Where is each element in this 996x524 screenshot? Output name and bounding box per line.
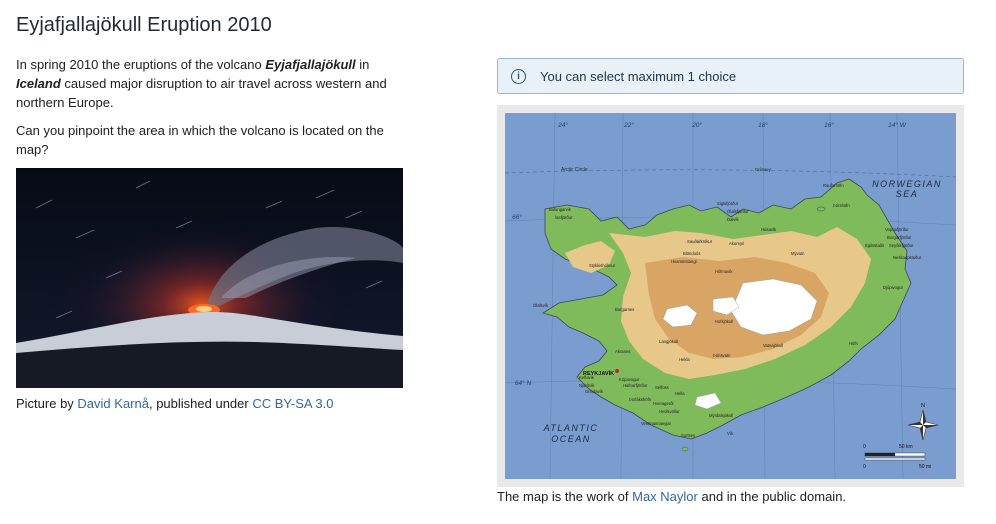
place-label: Raufarhöfn [823,183,844,188]
place-label: Húsavík [761,227,777,232]
credit-text: and in the public domain. [697,489,847,504]
place-label: Sauðárkrókur [687,239,713,244]
eruption-photo [16,168,403,388]
sea-label: ATLANTIC [543,423,599,433]
place-label: Hafnarfjörður [623,383,648,388]
latitude-label: 66° [512,213,522,221]
intro-text: in [355,57,370,72]
place-label: Akranes [615,349,630,354]
map-author-link[interactable]: Max Naylor [632,489,698,504]
arctic-circle-label: Arctic Circle [561,167,588,173]
longitude-label: 16° [824,121,834,129]
place-label: Selfoss [655,385,669,390]
map-frame: 24° 22° 20° 18° 16° 14° W 66° 64° N Arct… [497,105,964,487]
place-label: Grindavík [585,389,604,394]
photo-author-link[interactable]: David Karnå [77,396,149,411]
longitude-label: 22° [623,121,634,129]
place-label: Hvolsvöllur [659,409,680,414]
place-label: Langjökull [659,339,678,344]
place-label: Hekla [679,357,690,362]
place-label: Hveragerði [653,401,674,406]
place-label: Höfn [849,341,859,346]
page-title: Eyjafjallajökull Eruption 2010 [16,14,272,36]
credit-text: The map is the work of [497,489,633,504]
intro-text: In spring 2010 the eruptions of the volc… [16,57,266,72]
place-label: Seyðisfjörður [889,243,914,248]
info-box: i You can select maximum 1 choice [497,58,964,94]
info-icon: i [511,68,526,84]
place-label: Þorlákshöfn [629,397,652,402]
place-label: Hofsjökull [715,319,733,324]
place-label: Njarðvík [579,383,595,388]
credit-text: Picture by [16,396,78,411]
place-label: Vík [727,431,734,436]
scale-km-zero: 0 [863,444,866,450]
place-label: Siglufjörður [717,201,739,206]
place-label: Mývatn [791,251,805,256]
scale-mi-label: 50 mi [919,464,931,470]
license-link[interactable]: CC BY-SA 3.0 [252,396,333,411]
place-label: Dalvík [727,217,740,222]
place-label: Hella [675,391,685,396]
place-label: Ólafsvík [533,303,549,308]
iceland-map[interactable]: 24° 22° 20° 18° 16° 14° W 66° 64° N Arct… [505,113,956,479]
compass-north-label: N [921,403,925,409]
eruption-image [16,168,403,388]
place-label: Bolungarvik [549,207,572,212]
place-label: Mýrdalsjökull [709,413,733,418]
place-label: Surtsey [681,433,696,438]
place-label: Borgarfjörður [887,235,912,240]
place-label: Þórisvatn [713,353,731,358]
intro-column: In spring 2010 the eruptions of the volc… [16,55,404,168]
intro-text: caused major disruption to air travel ac… [16,76,387,110]
sea-label: NORWEGIAN [872,179,942,189]
info-text: You can select maximum 1 choice [540,68,737,84]
photo-credit: Picture by David Karnå, published under … [16,396,334,411]
place-label: Hvammstangi [671,259,697,264]
longitude-label: 14° W [888,121,907,129]
place-label: Hólmavík [715,269,733,274]
intro-paragraph: In spring 2010 the eruptions of the volc… [16,55,404,112]
longitude-label: 20° [691,121,702,129]
place-label: Akureyri [729,241,744,246]
place-label: Ísafjörður [555,215,573,220]
place-label: Djúpivogur [883,285,904,290]
place-label: Kópavogur [619,377,640,382]
place-label: Keflavík [579,375,595,380]
longitude-label: 18° [758,121,768,129]
place-label: Borgarnes [615,307,634,312]
place-label: Vestmannaeyjar [641,421,672,426]
place-label: Vopnafjörður [885,227,909,232]
place-label: Stykkishólmur [589,263,616,268]
place-label: Neskaupstaður [893,255,922,260]
sea-label: SEA [896,189,919,199]
capital-marker [615,369,619,373]
place-label: Ólafsfjörður [727,209,749,214]
place-label: Blönduós [683,251,700,256]
sea-label: OCEAN [551,434,591,444]
scale-km-label: 50 km [899,444,913,450]
question-text: Can you pinpoint the area in which the v… [16,123,384,157]
latitude-label: 64° N [515,379,532,387]
map-credit: The map is the work of Max Naylor and in… [497,489,846,504]
longitude-label: 24° [557,121,568,129]
place-label: Þórshöfn [833,203,850,208]
place-label: Grímsey [755,167,772,172]
place-label: Egilsstaðir [865,243,885,248]
country-name: Iceland [16,76,61,91]
volcano-name: Eyjafjallajökull [265,57,356,72]
credit-text: , published under [148,396,253,411]
place-label: Vatnajökull [763,343,783,348]
scale-mi-zero: 0 [863,464,866,470]
